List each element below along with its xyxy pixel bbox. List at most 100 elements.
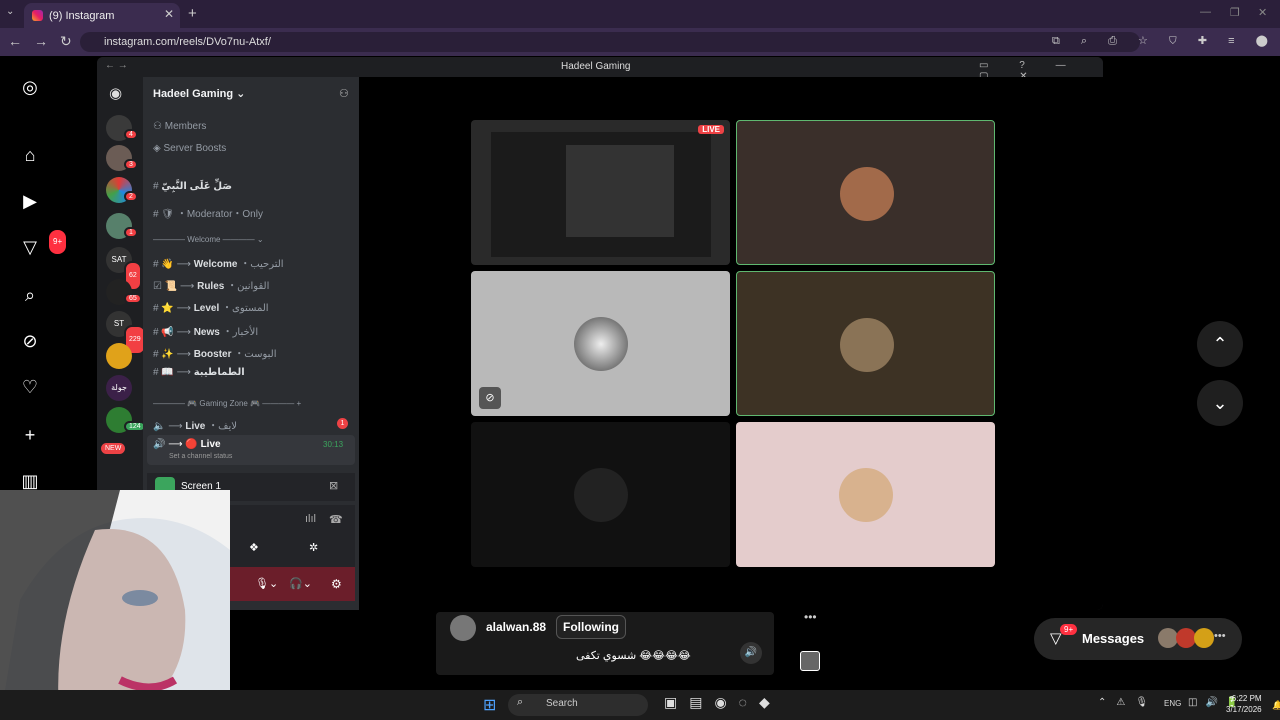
server-icon[interactable]: 4	[106, 115, 138, 141]
create-icon[interactable]: +	[19, 424, 41, 446]
headphones-icon[interactable]: 🎧⌄	[289, 577, 312, 590]
members-item[interactable]: ⚇ Members	[153, 121, 206, 132]
avatar	[1176, 628, 1196, 648]
explore-icon[interactable]: ⊘	[19, 330, 41, 352]
next-reel-button[interactable]: ⌄	[1197, 380, 1243, 426]
new-tab-icon[interactable]: +	[188, 5, 197, 22]
discord-home-icon[interactable]: ◉	[109, 84, 122, 102]
avatar	[1194, 628, 1214, 648]
avatar[interactable]	[450, 615, 476, 641]
avatar	[574, 317, 628, 371]
invite-icon[interactable]: ⚇	[339, 87, 349, 100]
tab-title: (9) Instagram	[49, 9, 115, 22]
more-icon: •••	[1214, 630, 1226, 642]
search-icon[interactable]: ⌕	[19, 284, 41, 306]
server-name[interactable]: Hadeel Gaming ⌄	[153, 87, 245, 100]
voice-channel[interactable]: 🔈 ⟶ Live ・لايف	[153, 417, 237, 432]
nav-buttons[interactable]: ←→↻	[8, 33, 84, 50]
browser-tab-instagram[interactable]: (9) Instagram ✕	[24, 3, 180, 28]
muted-mic-icon: ⊘	[479, 387, 501, 409]
channel-item[interactable]: # 📖 ⟶ الطماطيبة	[153, 367, 245, 378]
participant-tile[interactable]: ⊘	[471, 271, 730, 416]
channel-item[interactable]: ☑ 📜 ⟶ Rules ・القوانين	[153, 277, 269, 292]
server-icon[interactable]: جولة	[106, 375, 132, 401]
search-icon: ⌕	[517, 696, 524, 708]
language-indicator[interactable]: ENG	[1164, 699, 1181, 708]
reel-caption: شسوي تكفى 😂😂😂😂	[576, 650, 691, 662]
toolbar-icons[interactable]: ⧉ ⌕ ⎙ ☆ ⛉ ✚ ≡ ⬤ ⋮	[1052, 34, 1280, 48]
server-icon[interactable]: SAT 62	[106, 247, 142, 291]
soundboard-icon[interactable]: ılıl	[305, 513, 316, 525]
disconnect-icon[interactable]: ☎	[329, 513, 343, 526]
taskbar-search[interactable]: Search	[508, 694, 648, 716]
volume-icon[interactable]: 🔊	[740, 642, 762, 664]
server-icon[interactable]: 2	[106, 177, 138, 203]
server-icon[interactable]	[106, 343, 132, 369]
close-window-icon[interactable]: ✕	[1258, 6, 1267, 19]
effects-icon[interactable]: ✲	[309, 541, 318, 554]
windows-start-icon[interactable]: ⊞	[483, 695, 496, 715]
server-icon[interactable]: 124	[106, 407, 146, 433]
url-input[interactable]: instagram.com/reels/DVo7nu-Atxf/	[80, 32, 1140, 52]
taskbar-apps[interactable]: ▣▤◉◌◆	[664, 694, 782, 711]
dashboard-icon[interactable]: ▥	[19, 470, 41, 492]
more-options-icon[interactable]: •••	[804, 610, 817, 624]
previous-reel-button[interactable]: ⌃	[1197, 321, 1243, 367]
avatar	[1158, 628, 1178, 648]
server-icon[interactable]: 1	[106, 213, 138, 239]
category-welcome[interactable]: ———— Welcome ———— ⌄	[153, 235, 264, 244]
stream-tile-screenshare[interactable]: LIVE	[471, 120, 730, 265]
participant-tile[interactable]	[736, 271, 995, 416]
server-icon[interactable]: 3	[106, 145, 138, 171]
instagram-favicon-icon	[32, 10, 43, 21]
instagram-logo-icon[interactable]: ◎	[19, 76, 41, 98]
notifications-icon[interactable]: 🔔	[1272, 700, 1280, 711]
avatar	[839, 468, 893, 522]
channel-item[interactable]: # 👋 ⟶ Welcome ・الترحيب	[153, 255, 284, 270]
voice-badge: 1	[337, 418, 348, 429]
mic-icon[interactable]: 🎙⌄	[255, 577, 278, 590]
channel-item[interactable]: # 📢 ⟶ News ・الأخبار	[153, 323, 258, 338]
participant-tile[interactable]	[736, 422, 995, 567]
participant-tile[interactable]	[736, 120, 995, 265]
messages-button[interactable]: ▽ 9+ Messages •••	[1034, 618, 1242, 660]
tray-icons[interactable]: ⌃⚠🎙	[1098, 697, 1158, 708]
channel-item[interactable]: # 🛡 ・Moderator・Only	[153, 205, 263, 220]
heart-icon[interactable]: ♡	[19, 376, 41, 398]
settings-icon[interactable]: ⚙	[331, 577, 342, 591]
stop-share-icon[interactable]: ⊠	[329, 479, 338, 492]
avatar	[840, 167, 894, 221]
maximize-icon[interactable]: ❐	[1230, 6, 1240, 19]
reels-icon[interactable]: ▶	[19, 190, 41, 212]
channel-item[interactable]: # ⭐ ⟶ Level ・المستوى	[153, 299, 269, 314]
taskbar-clock[interactable]: 6:22 PM 3/17/2026	[1226, 693, 1262, 715]
tab-search-icon[interactable]: ⌄	[6, 6, 14, 17]
server-icon[interactable]: ST 229	[106, 311, 146, 355]
boosts-item[interactable]: ◈ Server Boosts	[153, 143, 226, 154]
home-icon[interactable]: ⌂	[19, 144, 41, 166]
server-icon[interactable]: 65	[106, 279, 142, 305]
activities-icon[interactable]: ❖	[249, 541, 259, 554]
category-gaming[interactable]: ———— 🎮 Gaming Zone 🎮 ———— +	[153, 399, 301, 408]
live-badge: LIVE	[698, 125, 724, 134]
direct-icon[interactable]: ▽ 9+	[19, 230, 67, 258]
minimize-icon[interactable]: —	[1200, 6, 1211, 18]
reel-info: alalwan.88 Following شسوي تكفى 😂😂😂😂 🔊	[436, 612, 774, 675]
new-badge: NEW	[101, 443, 126, 454]
notification-badge: 9+	[49, 230, 67, 254]
channel-item[interactable]: # صَلِّ عَلَى النَّبِيّ	[153, 181, 232, 192]
avatar	[840, 318, 894, 372]
video-stage: LIVE ⊘	[359, 77, 1103, 610]
reel-username[interactable]: alalwan.88	[486, 620, 546, 634]
following-button[interactable]: Following	[556, 615, 626, 639]
voice-timer: 30:13	[323, 440, 344, 449]
participant-tile[interactable]	[471, 422, 730, 567]
close-tab-icon[interactable]: ✕	[164, 7, 174, 21]
channel-item[interactable]: # ✨ ⟶ Booster ・البوست	[153, 345, 276, 360]
messages-badge: 9+	[1060, 624, 1078, 635]
webcam-face-image	[0, 490, 230, 720]
audio-thumbnail[interactable]	[800, 651, 820, 671]
back-icon[interactable]: ← →	[105, 60, 128, 71]
window-title: Hadeel Gaming	[561, 61, 631, 72]
active-voice-channel[interactable]: 🔊 ⟶ 🔴 Live 30:13 Set a channel status	[147, 435, 355, 465]
